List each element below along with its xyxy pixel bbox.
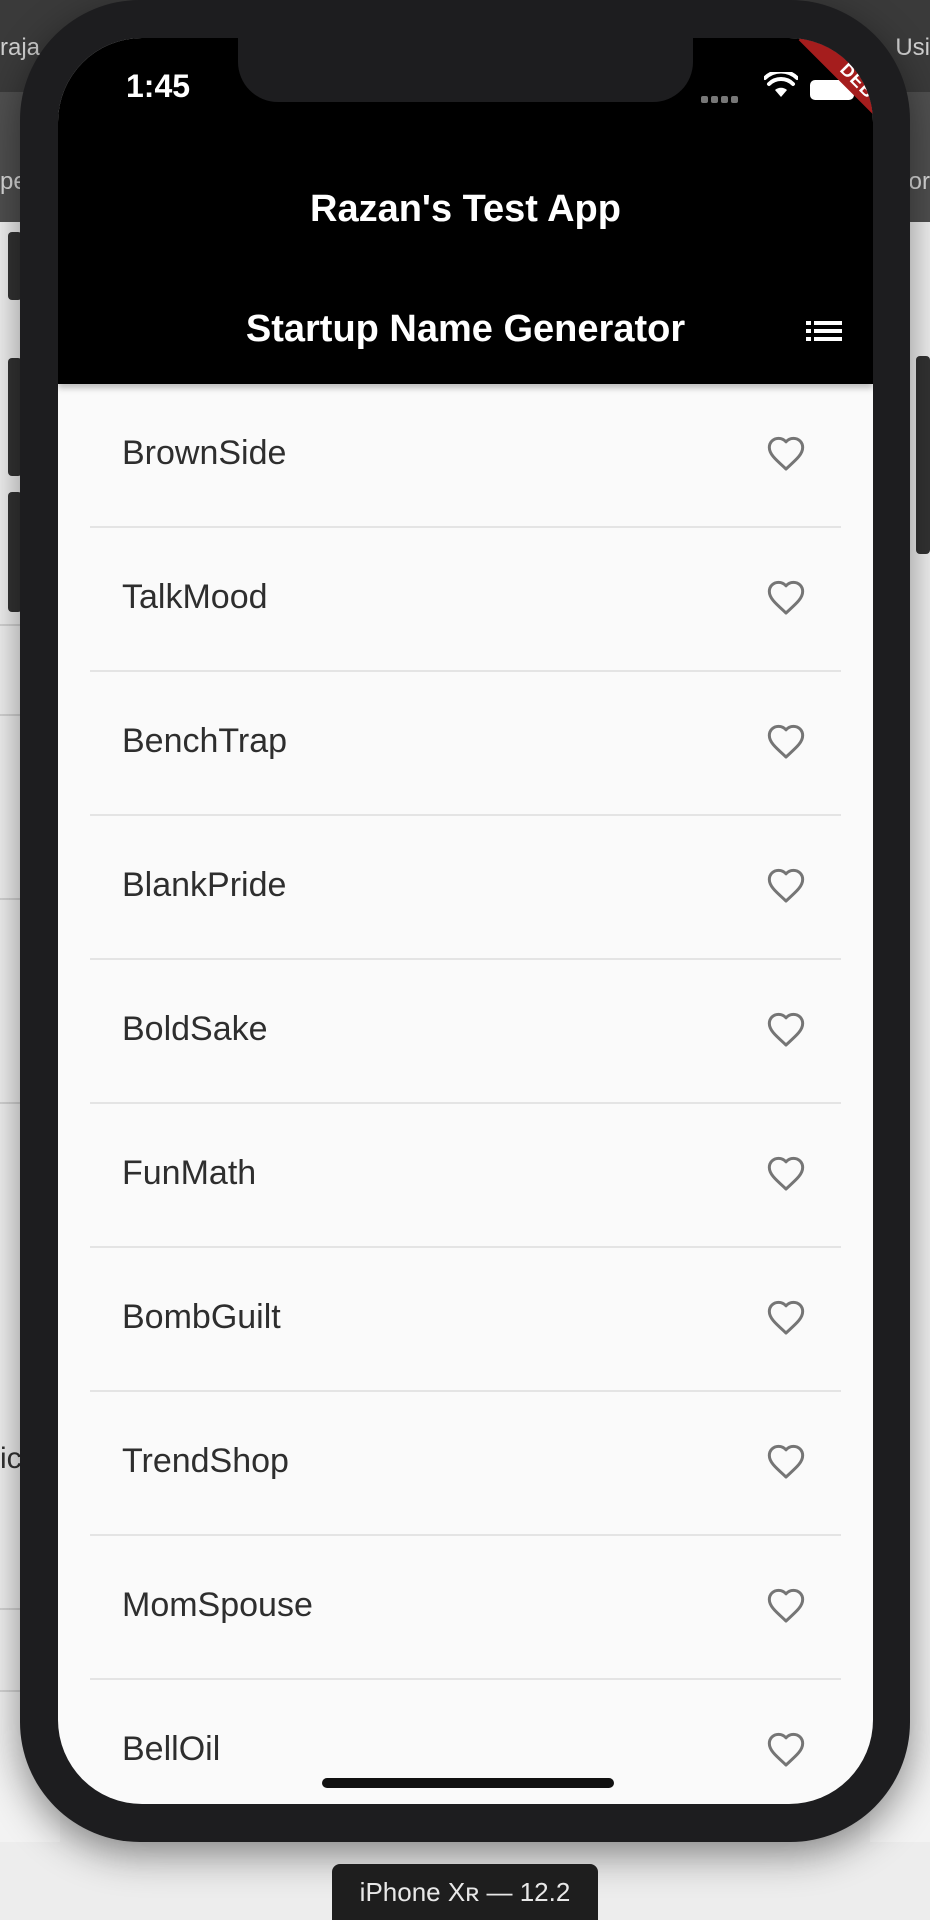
favorite-heart-icon[interactable] (765, 866, 807, 906)
list-item[interactable]: TrendShop (90, 1392, 841, 1536)
list-item[interactable]: FunMath (90, 1104, 841, 1248)
list-icon[interactable] (806, 316, 842, 346)
favorite-heart-icon[interactable] (765, 578, 807, 618)
list-item[interactable]: BenchTrap (90, 672, 841, 816)
simulator-device-label: iPhone Xʀ — 12.2 (332, 1864, 598, 1920)
status-time: 1:45 (126, 68, 191, 104)
app-title: Razan's Test App (310, 188, 621, 230)
startup-name: BrownSide (122, 434, 287, 472)
iphone-simulator-frame: 1:45 DEBUG Razan's Test App Startup Name… (20, 0, 910, 1842)
favorite-heart-icon[interactable] (765, 1298, 807, 1338)
list-item[interactable]: BrownSide (90, 384, 841, 528)
list-item[interactable]: MomSpouse (90, 1536, 841, 1680)
list-item[interactable]: BlankPride (90, 816, 841, 960)
wifi-icon (764, 72, 798, 97)
notch (238, 38, 693, 102)
desktop-right-handle (916, 356, 930, 554)
startup-name: TalkMood (122, 578, 268, 616)
startup-name: BombGuilt (122, 1298, 281, 1336)
favorite-heart-icon[interactable] (765, 434, 807, 474)
desktop-right-text: Usi (895, 34, 930, 61)
startup-name: TrendShop (122, 1442, 289, 1480)
page-title: Startup Name Generator (245, 308, 686, 350)
cellular-signal-icon (701, 90, 741, 108)
favorite-heart-icon[interactable] (765, 1730, 807, 1770)
phone-screen: 1:45 DEBUG Razan's Test App Startup Name… (58, 38, 873, 1804)
favorite-heart-icon[interactable] (765, 722, 807, 762)
suggestion-list: BrownSide TalkMood BenchTrap BlankPride Bold… (58, 384, 873, 1804)
favorite-heart-icon[interactable] (765, 1586, 807, 1626)
startup-name: BlankPride (122, 866, 287, 904)
list-item[interactable]: TalkMood (90, 528, 841, 672)
favorite-heart-icon[interactable] (765, 1154, 807, 1194)
startup-name: MomSpouse (122, 1586, 313, 1624)
startup-name: FunMath (122, 1154, 257, 1192)
startup-name: BellOil (122, 1730, 221, 1768)
desktop-left-text-3: ic (0, 1442, 22, 1475)
favorite-heart-icon[interactable] (765, 1010, 807, 1050)
list-item[interactable]: BombGuilt (90, 1248, 841, 1392)
desktop-left-text: raja (0, 34, 41, 61)
list-item[interactable]: BoldSake (90, 960, 841, 1104)
favorite-heart-icon[interactable] (765, 1442, 807, 1482)
startup-name: BenchTrap (122, 722, 288, 760)
home-indicator[interactable] (322, 1778, 614, 1788)
startup-name: BoldSake (122, 1010, 268, 1048)
desktop-right-text-2: or (908, 168, 930, 195)
